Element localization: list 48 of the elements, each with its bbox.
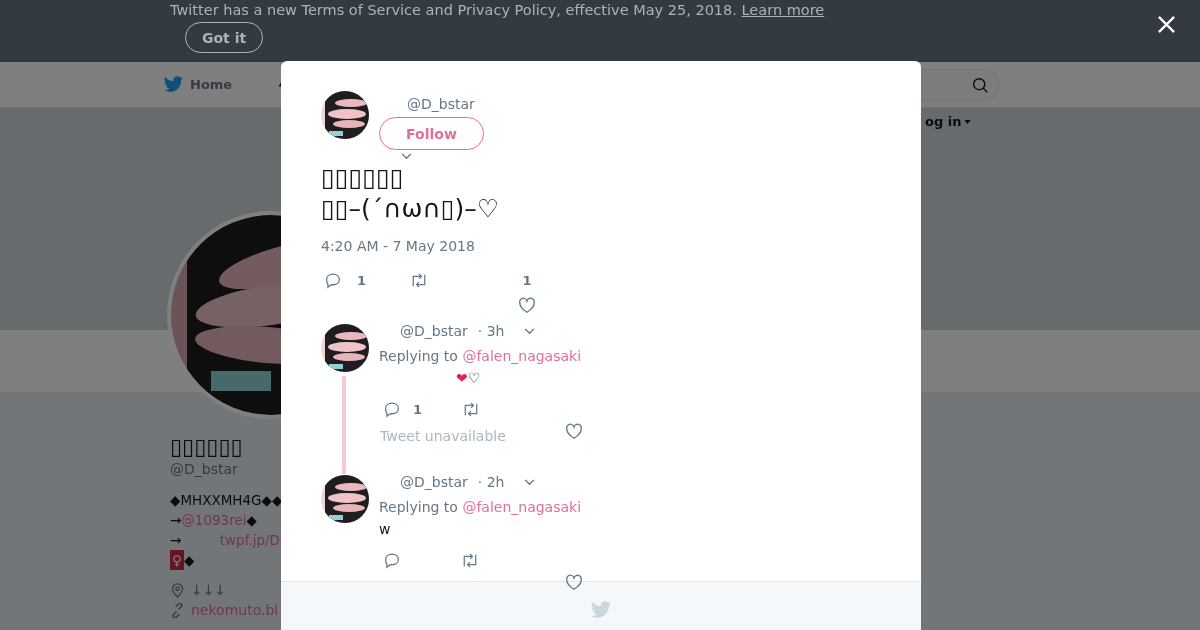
tweet-text: ▯▯▯▯▯▯ ▯▯–(´∩ω∩▯)–♡ bbox=[321, 162, 500, 224]
bio-link[interactable]: twpf.jp/D bbox=[219, 530, 280, 550]
follow-button[interactable]: Follow bbox=[379, 117, 484, 150]
heart-icon[interactable] bbox=[565, 423, 583, 440]
user-handle: @D_bstar bbox=[407, 96, 475, 113]
location-pin-icon bbox=[170, 582, 185, 598]
replying-to-text: Replying to @falen_nagasaki bbox=[379, 348, 583, 364]
chevron-down-icon[interactable] bbox=[524, 327, 536, 335]
bio-link[interactable]: @1093rei bbox=[181, 510, 247, 530]
female-sign-badge: ♀ bbox=[170, 550, 184, 570]
replying-to-text: Replying to @falen_nagasaki bbox=[379, 499, 583, 515]
reply-icon[interactable] bbox=[383, 401, 401, 418]
reply-count: 1 bbox=[413, 401, 423, 418]
user-handle: @D_bstar bbox=[400, 323, 468, 339]
caret-icon bbox=[964, 119, 972, 124]
search-icon bbox=[972, 77, 989, 94]
retweet-icon[interactable] bbox=[461, 552, 479, 569]
reply-icon[interactable] bbox=[383, 552, 401, 569]
chevron-down-icon[interactable] bbox=[524, 478, 536, 486]
mention-link[interactable]: @falen_nagasaki bbox=[462, 499, 582, 515]
bio-text: ◆MHXXMH4G◆◆ bbox=[170, 491, 283, 510]
profile-name: ▯▯▯▯▯▯ bbox=[170, 434, 244, 460]
like-count: 1 bbox=[522, 272, 532, 289]
bio-text: → bbox=[170, 511, 182, 530]
close-icon[interactable] bbox=[1157, 15, 1176, 34]
tweet-age: · 2h bbox=[477, 474, 505, 490]
bio-text: ◆ bbox=[246, 511, 257, 530]
mention-link[interactable]: @falen_nagasaki bbox=[462, 348, 582, 364]
chevron-down-icon[interactable] bbox=[401, 153, 412, 160]
reply-text: w bbox=[379, 521, 391, 538]
user-handle: @D_bstar bbox=[400, 474, 468, 490]
login-menu[interactable]: og in bbox=[925, 114, 972, 129]
tweet-unavailable-text: Tweet unavailable bbox=[380, 428, 506, 444]
heart-icon[interactable] bbox=[565, 574, 583, 591]
bio-text: ◆ bbox=[183, 551, 195, 570]
bird-icon bbox=[590, 599, 612, 621]
home-tab[interactable]: Home bbox=[163, 74, 233, 95]
heart-icon[interactable] bbox=[518, 297, 537, 314]
bird-icon bbox=[163, 74, 184, 95]
terms-message: Twitter has a new Terms of Service and Privacy Policy, effective May 25, 2018. Learn more bbox=[170, 1, 826, 19]
learn-more-link[interactable]: Learn more bbox=[741, 2, 825, 18]
bio-text: → bbox=[170, 531, 182, 550]
link-icon bbox=[170, 602, 185, 618]
tweet-age: · 3h bbox=[477, 323, 505, 339]
profile-website-link[interactable]: nekomuto.bl bbox=[191, 602, 279, 618]
profile-handle: @D_bstar bbox=[170, 460, 239, 478]
profile-location: ↓↓↓ bbox=[191, 582, 227, 598]
reply-text: ❤♡ bbox=[456, 370, 481, 387]
